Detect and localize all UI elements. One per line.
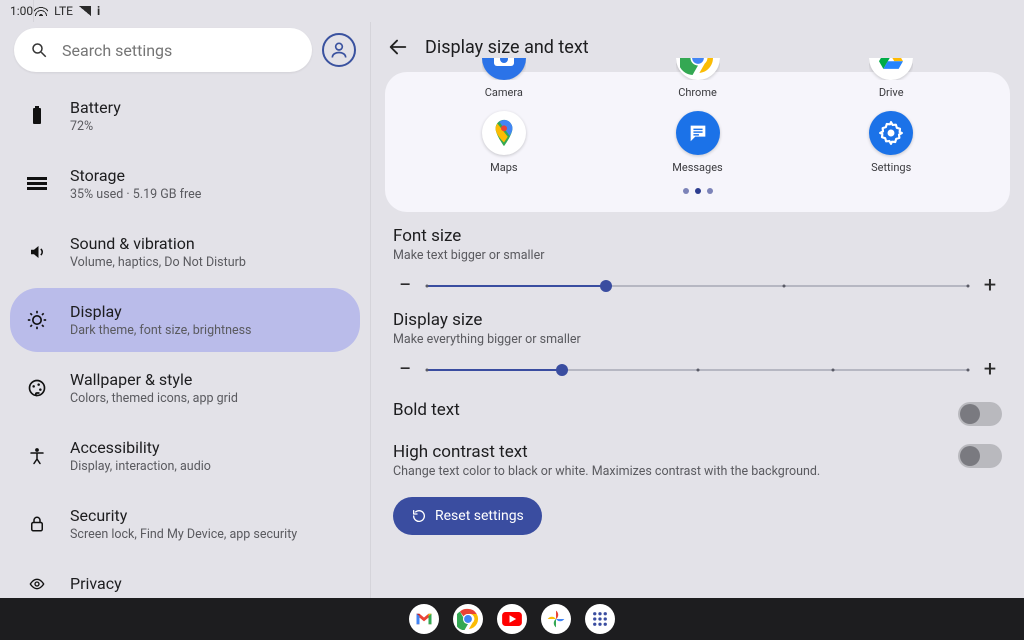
back-arrow-icon[interactable]	[387, 36, 409, 58]
sidebar-item-security[interactable]: Security Screen lock, Find My Device, app…	[10, 492, 360, 556]
search-icon	[30, 41, 48, 59]
reset-settings-button[interactable]: Reset settings	[393, 497, 542, 535]
display-size-title: Display size	[393, 310, 1002, 330]
preview-app-maps[interactable]: Maps	[407, 111, 601, 174]
preview-app-settings[interactable]: Settings	[794, 111, 988, 174]
search-input[interactable]	[60, 40, 296, 61]
taskbar-apps[interactable]	[585, 604, 615, 634]
sidebar-item-title: Privacy	[70, 574, 122, 593]
high-contrast-title: High contrast text	[393, 442, 820, 462]
more-info-icon: i	[97, 4, 100, 18]
person-icon	[329, 40, 349, 60]
wifi-icon	[34, 6, 48, 16]
high-contrast-sub: Change text color to black or white. Max…	[393, 464, 820, 479]
preview-app-label: Camera	[485, 86, 523, 99]
display-size-decrease[interactable]: −	[393, 357, 417, 382]
network-label: LTE	[54, 4, 73, 18]
sidebar-item-battery[interactable]: Battery 72%	[10, 84, 360, 148]
preview-app-messages[interactable]: Messages	[601, 111, 795, 174]
preview-app-label: Chrome	[678, 86, 717, 99]
font-size-slider[interactable]: − +	[393, 273, 1002, 298]
preview-app-chrome[interactable]: Chrome	[601, 58, 795, 99]
preview-app-label: Maps	[490, 161, 517, 174]
security-icon	[24, 514, 50, 534]
font-size-sub: Make text bigger or smaller	[393, 248, 1002, 263]
sidebar-item-title: Display	[70, 302, 252, 321]
profile-avatar[interactable]	[322, 33, 356, 67]
sidebar-item-sub: 35% used · 5.19 GB free	[70, 187, 201, 202]
sidebar-item-sound-vibration[interactable]: Sound & vibration Volume, haptics, Do Not…	[10, 220, 360, 284]
taskbar-photos[interactable]	[541, 604, 571, 634]
sidebar-item-sub: Display, interaction, audio	[70, 459, 211, 474]
font-size-title: Font size	[393, 226, 1002, 246]
taskbar-gmail[interactable]	[409, 604, 439, 634]
bold-text-toggle[interactable]	[958, 402, 1002, 426]
privacy-icon	[24, 576, 50, 592]
sidebar-item-accessibility[interactable]: Accessibility Display, interaction, audio	[10, 424, 360, 488]
preview-app-drive[interactable]: Drive	[794, 58, 988, 99]
sidebar-item-sub: Dark theme, font size, brightness	[70, 323, 252, 338]
taskbar-chrome[interactable]	[453, 604, 483, 634]
battery-icon	[24, 106, 50, 126]
sidebar-item-storage[interactable]: Storage 35% used · 5.19 GB free	[10, 152, 360, 216]
reset-label: Reset settings	[435, 508, 524, 524]
display-icon	[24, 310, 50, 330]
page-indicator	[407, 188, 988, 194]
sidebar-item-title: Wallpaper & style	[70, 370, 238, 389]
sidebar-item-sub: 72%	[70, 119, 121, 134]
display-size-increase[interactable]: +	[978, 357, 1002, 382]
taskbar	[0, 598, 1024, 640]
high-contrast-toggle[interactable]	[958, 444, 1002, 468]
sidebar-item-title: Security	[70, 506, 297, 525]
sound-icon	[24, 243, 50, 261]
settings-sidebar: Battery 72% Storage 35% used · 5.19 GB free…	[0, 22, 370, 598]
preview-app-label: Settings	[871, 161, 911, 174]
display-size-sub: Make everything bigger or smaller	[393, 332, 1002, 347]
preview-app-camera[interactable]: Camera	[407, 58, 601, 99]
accessibility-icon	[24, 445, 50, 467]
font-size-decrease[interactable]: −	[393, 273, 417, 298]
preview-app-label: Drive	[879, 86, 904, 99]
sidebar-item-privacy[interactable]: Privacy	[10, 560, 360, 598]
sidebar-item-title: Battery	[70, 98, 121, 117]
taskbar-youtube[interactable]	[497, 604, 527, 634]
bold-text-title: Bold text	[393, 400, 460, 420]
preview-app-label: Messages	[672, 161, 722, 174]
status-bar: 1:00 LTE i	[0, 0, 1024, 22]
reset-icon	[411, 508, 427, 524]
sidebar-item-title: Sound & vibration	[70, 234, 246, 253]
sidebar-item-sub: Colors, themed icons, app grid	[70, 391, 238, 406]
sidebar-item-display[interactable]: Display Dark theme, font size, brightness	[10, 288, 360, 352]
sidebar-item-title: Storage	[70, 166, 201, 185]
sidebar-item-sub: Screen lock, Find My Device, app securit…	[70, 527, 297, 542]
preview-card: Camera Chrome Drive Maps Messages Settings	[385, 72, 1010, 212]
slider-thumb[interactable]	[556, 364, 568, 376]
detail-pane: Display size and text Camera Chrome Drive …	[370, 22, 1024, 598]
slider-thumb[interactable]	[600, 280, 612, 292]
search-settings[interactable]	[14, 28, 312, 72]
cell-signal-icon	[79, 6, 91, 16]
sidebar-item-wallpaper-style[interactable]: Wallpaper & style Colors, themed icons, a…	[10, 356, 360, 420]
page-title: Display size and text	[425, 37, 589, 58]
font-size-increase[interactable]: +	[978, 273, 1002, 298]
status-time: 1:00	[10, 4, 33, 18]
display-size-slider[interactable]: − +	[393, 357, 1002, 382]
sidebar-item-sub: Volume, haptics, Do Not Disturb	[70, 255, 246, 270]
storage-icon	[24, 176, 50, 192]
sidebar-item-title: Accessibility	[70, 438, 211, 457]
wallpaper-icon	[24, 378, 50, 398]
